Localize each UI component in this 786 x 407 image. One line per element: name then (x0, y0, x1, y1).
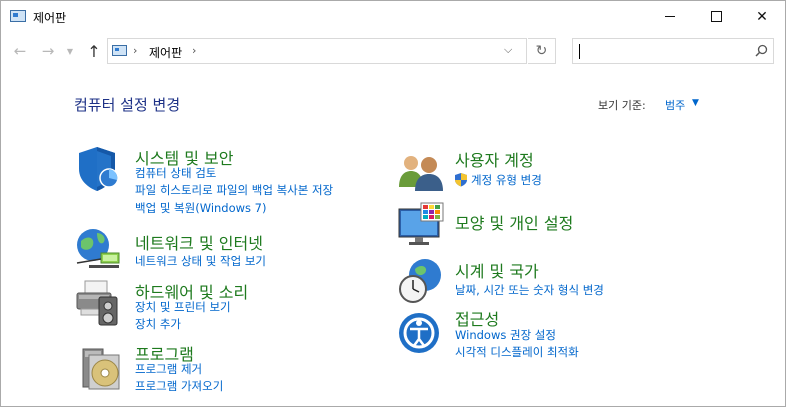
link-windows-recommended-settings[interactable]: Windows 권장 설정 (455, 327, 556, 343)
category-title-clock-region[interactable]: 시계 및 국가 (455, 258, 539, 282)
category-title-network-internet[interactable]: 네트워크 및 인터넷 (135, 230, 263, 254)
up-arrow-icon: ↑ (87, 41, 101, 61)
shield-icon[interactable] (75, 145, 123, 193)
maximize-button[interactable] (693, 1, 739, 32)
back-button[interactable]: ← (9, 41, 31, 61)
link-date-time-number-format[interactable]: 날짜, 시간 또는 숫자 형식 변경 (455, 282, 604, 298)
clock-globe-icon[interactable] (397, 257, 445, 305)
text-caret (579, 44, 580, 59)
minimize-button[interactable] (647, 1, 693, 32)
minimize-icon (665, 16, 675, 17)
link-change-account-type[interactable]: 계정 유형 변경 (471, 172, 542, 188)
address-dropdown-icon[interactable]: ⌵ (504, 43, 512, 57)
link-add-device[interactable]: 장치 추가 (135, 316, 181, 332)
control-panel-icon (10, 10, 26, 22)
forward-button[interactable]: → (37, 41, 59, 61)
page-title: 컴퓨터 설정 변경 (74, 96, 181, 114)
breadcrumb-separator-icon[interactable]: › (192, 44, 196, 57)
category-title-user-accounts[interactable]: 사용자 계정 (455, 147, 534, 171)
printer-speaker-icon[interactable] (75, 279, 123, 327)
refresh-button[interactable]: ↻ (528, 38, 556, 64)
category-title-appearance-personalization[interactable]: 모양 및 개인 설정 (455, 210, 573, 234)
uac-shield-icon (455, 173, 467, 187)
link-devices-printers[interactable]: 장치 및 프린터 보기 (135, 299, 231, 315)
view-by-dropdown[interactable]: 범주 (665, 97, 685, 113)
chevron-down-icon: ▼ (66, 46, 74, 56)
search-icon[interactable] (753, 43, 769, 59)
link-backup-restore[interactable]: 백업 및 복원(Windows 7) (135, 200, 267, 216)
link-get-programs[interactable]: 프로그램 가져오기 (135, 378, 223, 394)
search-input[interactable] (577, 42, 747, 60)
monitor-color-icon[interactable] (397, 201, 445, 249)
link-optimize-visual-display[interactable]: 시각적 디스플레이 최적화 (455, 344, 579, 360)
up-button[interactable]: ↑ (83, 41, 105, 61)
control-panel-icon (112, 45, 127, 56)
maximize-icon (710, 11, 722, 22)
accessibility-icon[interactable] (397, 311, 445, 359)
search-box[interactable] (572, 38, 774, 64)
close-icon: ✕ (756, 8, 768, 25)
link-review-computer-status[interactable]: 컴퓨터 상태 검토 (135, 165, 216, 181)
users-icon[interactable] (397, 149, 445, 197)
address-bar[interactable]: › 제어판 › ⌵ (107, 38, 527, 64)
link-uninstall-program[interactable]: 프로그램 제거 (135, 361, 202, 377)
breadcrumb-control-panel[interactable]: 제어판 (149, 44, 182, 61)
recent-locations-button[interactable]: ▼ (63, 41, 77, 61)
chevron-down-icon[interactable]: ▼ (692, 98, 699, 108)
view-by-label: 보기 기준: (598, 99, 646, 112)
window-title: 제어판 (33, 11, 67, 25)
breadcrumb-separator-icon[interactable]: › (133, 44, 137, 57)
link-network-status-tasks[interactable]: 네트워크 상태 및 작업 보기 (135, 253, 266, 269)
refresh-icon: ↻ (535, 43, 548, 59)
forward-arrow-icon: → (41, 42, 55, 60)
close-button[interactable]: ✕ (739, 1, 785, 32)
control-panel-window: 제어판 ✕ ← → ▼ ↑ › 제어판 › ⌵ ↻ 컴퓨터 설정 변경 보기 기… (0, 0, 786, 407)
program-disc-icon[interactable] (81, 345, 129, 393)
title-bar: 제어판 ✕ (1, 1, 785, 32)
network-globe-icon[interactable] (75, 225, 123, 273)
back-arrow-icon: ← (13, 42, 27, 60)
link-file-history-backup[interactable]: 파일 히스토리로 파일의 백업 복사본 저장 (135, 182, 333, 198)
